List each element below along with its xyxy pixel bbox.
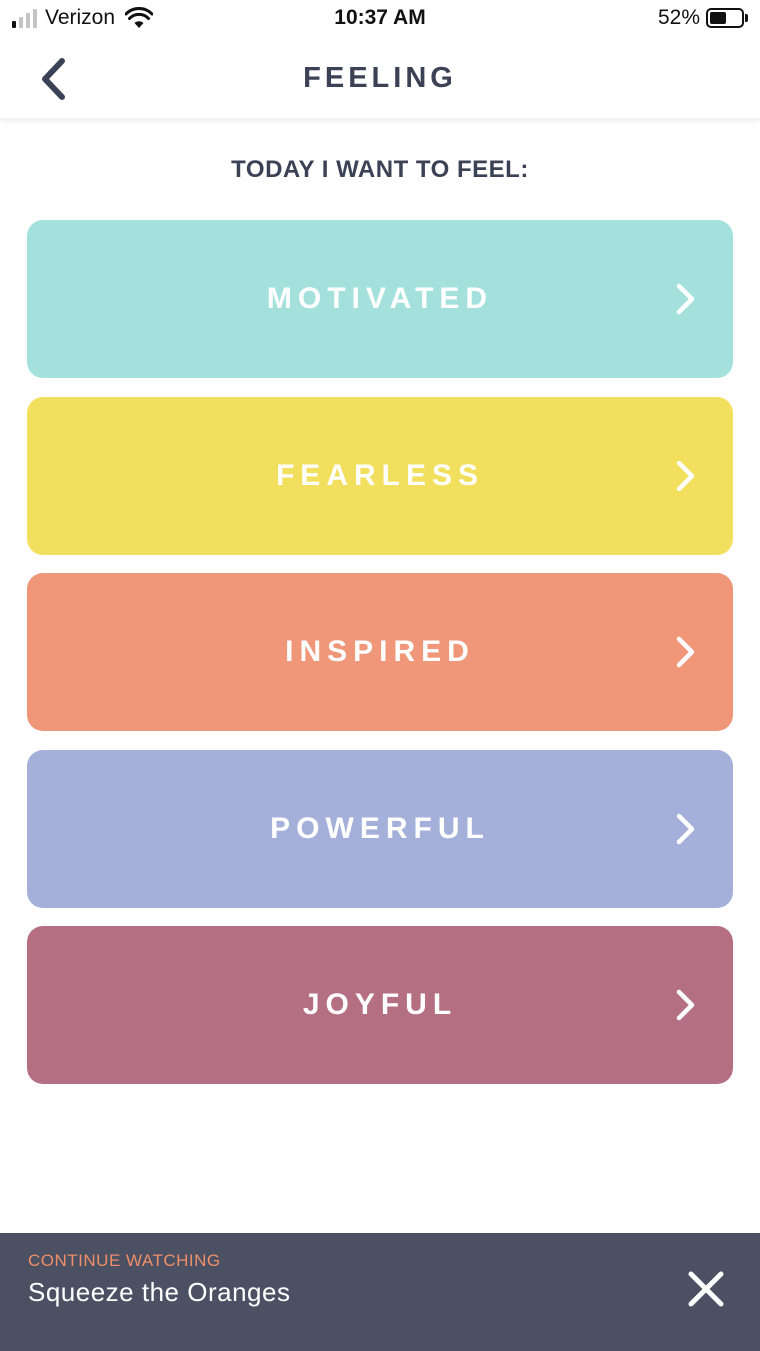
chevron-right-icon [676, 636, 695, 668]
status-time: 10:37 AM [334, 6, 426, 29]
status-bar: Verizon 10:37 AM 52% [0, 0, 760, 40]
close-icon[interactable] [686, 1269, 726, 1309]
continue-watching-title: Squeeze the Oranges [28, 1277, 291, 1307]
feeling-list: MOTIVATED FEARLESS INSPIRED POWERFUL JOY… [27, 220, 733, 1103]
status-right: 52% [658, 6, 748, 30]
feeling-prompt: TODAY I WANT TO FEEL: [231, 156, 529, 183]
battery-icon [706, 8, 744, 28]
feeling-label: INSPIRED [285, 635, 475, 668]
page-title: FEELING [303, 62, 457, 94]
feeling-option-inspired[interactable]: INSPIRED [27, 573, 733, 731]
chevron-right-icon [676, 460, 695, 491]
feeling-option-joyful[interactable]: JOYFUL [27, 926, 733, 1084]
chevron-right-icon [676, 989, 695, 1021]
battery-fill [710, 12, 726, 24]
feeling-label: FEARLESS [275, 458, 485, 492]
feeling-option-fearless[interactable]: FEARLESS [27, 396, 733, 555]
chevron-right-icon [676, 283, 695, 315]
feeling-option-powerful[interactable]: POWERFUL [27, 749, 733, 908]
nav-bar: FEELING [0, 40, 760, 118]
chevron-right-icon [676, 813, 695, 844]
feeling-label: MOTIVATED [266, 282, 494, 315]
battery-nub [745, 14, 748, 22]
feeling-option-motivated[interactable]: MOTIVATED [27, 220, 733, 378]
battery-percent: 52% [657, 6, 700, 29]
feeling-label: JOYFUL [302, 988, 458, 1021]
continue-watching-bar[interactable]: CONTINUE WATCHING Squeeze the Oranges [0, 1233, 760, 1351]
feeling-label: POWERFUL [270, 811, 490, 845]
continue-watching-label: CONTINUE WATCHING [28, 1251, 221, 1270]
